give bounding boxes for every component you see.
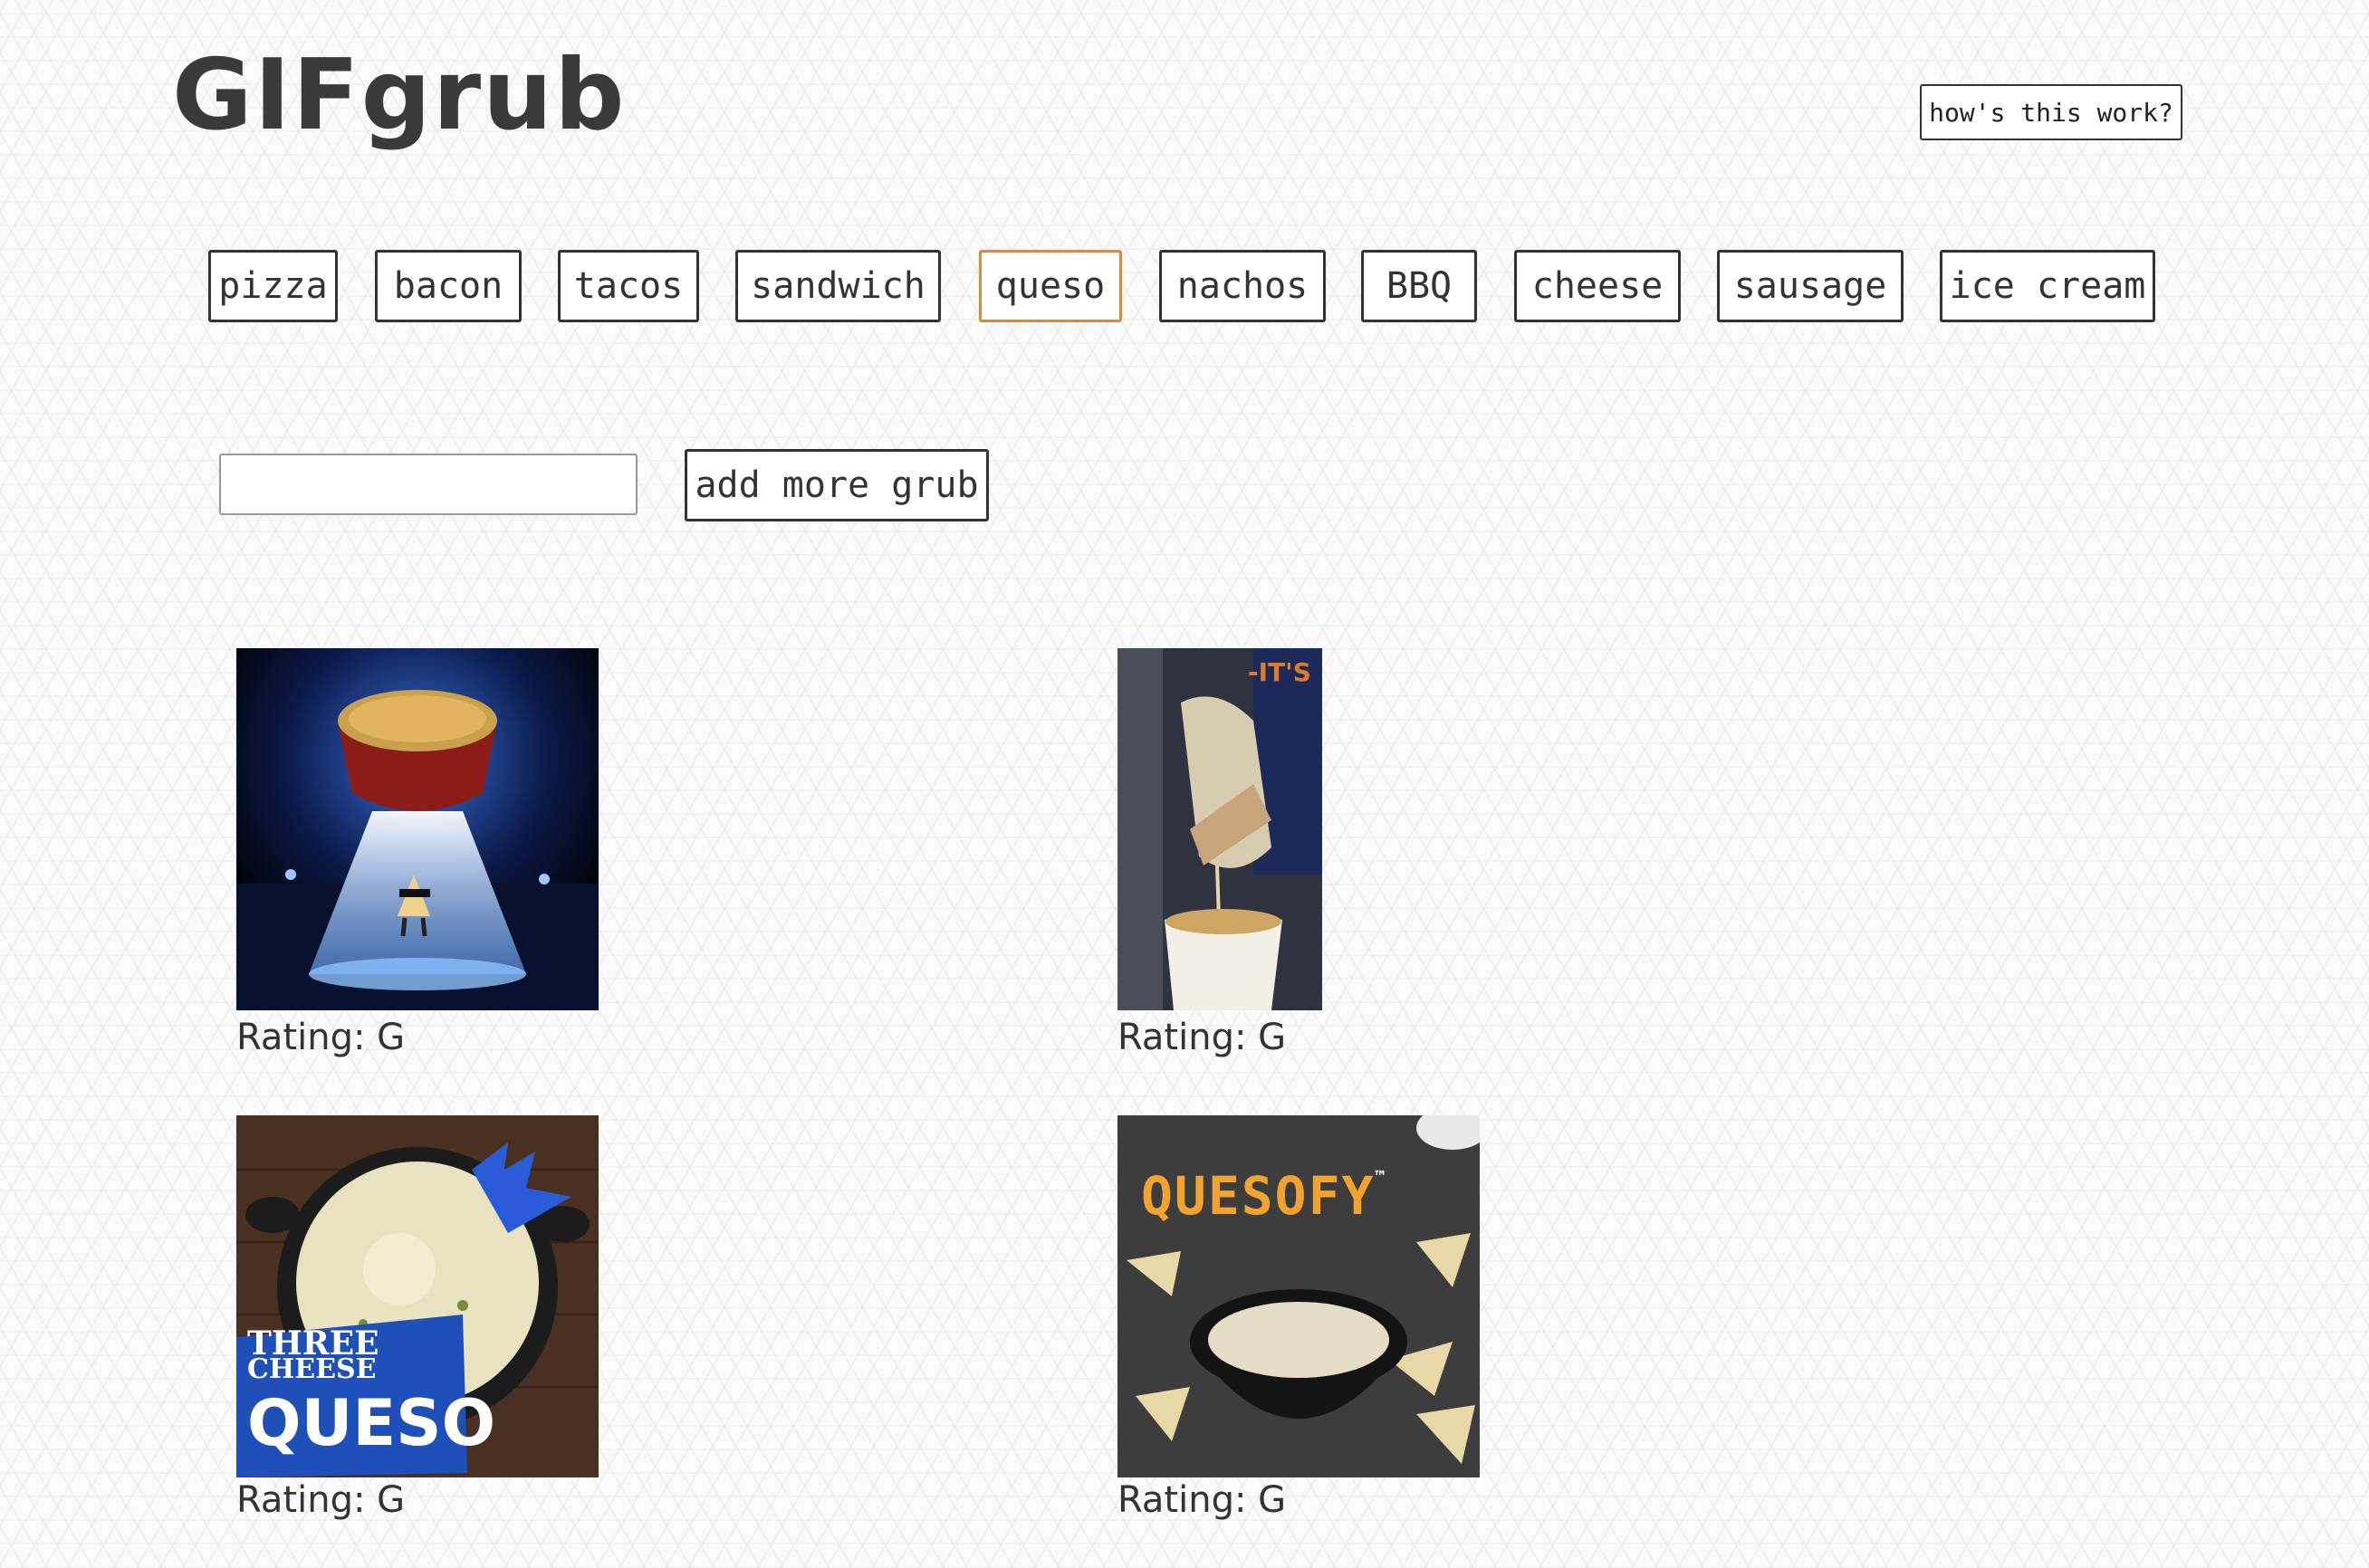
gif-image-queso-ufo[interactable] — [236, 648, 599, 1010]
app-title: GIFgrub — [172, 39, 627, 152]
gif-overlay-text: -IT'S — [1248, 657, 1311, 687]
topic-button-ice-cream[interactable]: ice cream — [1940, 250, 2155, 322]
topic-button-pizza[interactable]: pizza — [208, 250, 338, 322]
gif-card: QUESOFY™ Rating: G — [1117, 1115, 1480, 1523]
topic-button-tacos[interactable]: tacos — [558, 250, 699, 322]
gif-image-quesofy[interactable]: QUESOFY™ — [1117, 1115, 1480, 1477]
gif-card: -IT'S Rating: G — [1117, 648, 1480, 1056]
topic-button-queso[interactable]: queso — [979, 250, 1122, 322]
gif-image-chip-dipping[interactable]: -IT'S — [1117, 648, 1322, 1010]
gif-rating: Rating: G — [236, 1479, 406, 1521]
topic-button-nachos[interactable]: nachos — [1159, 250, 1326, 322]
add-more-grub-button[interactable]: add more grub — [685, 449, 989, 521]
gif-overlay-text: QUESOFY™ — [1141, 1165, 1387, 1227]
gif-rating: Rating: G — [1117, 1479, 1287, 1521]
trademark-mark: ™ — [1375, 1168, 1387, 1187]
gif-card: THREE CHEESE QUESO Rating: G — [236, 1115, 599, 1523]
gif-rating: Rating: G — [1117, 1017, 1287, 1058]
topic-button-sandwich[interactable]: sandwich — [735, 250, 941, 322]
topic-button-bacon[interactable]: bacon — [375, 250, 522, 322]
gif-image-three-cheese-queso[interactable]: THREE CHEESE QUESO — [236, 1115, 599, 1477]
gif-card: Rating: G — [236, 648, 599, 1056]
gif-overlay-text: CHEESE — [247, 1353, 377, 1385]
topic-button-cheese[interactable]: cheese — [1514, 250, 1681, 322]
topic-button-bbq[interactable]: BBQ — [1361, 250, 1477, 322]
topic-button-sausage[interactable]: sausage — [1717, 250, 1904, 322]
new-topic-input[interactable] — [219, 454, 638, 515]
gif-overlay-text: QUESO — [247, 1386, 496, 1460]
topic-button-row: pizza bacon tacos sandwich queso nachos … — [0, 250, 2369, 322]
how-it-works-button[interactable]: how's this work? — [1920, 84, 2182, 140]
gif-rating: Rating: G — [236, 1017, 406, 1058]
